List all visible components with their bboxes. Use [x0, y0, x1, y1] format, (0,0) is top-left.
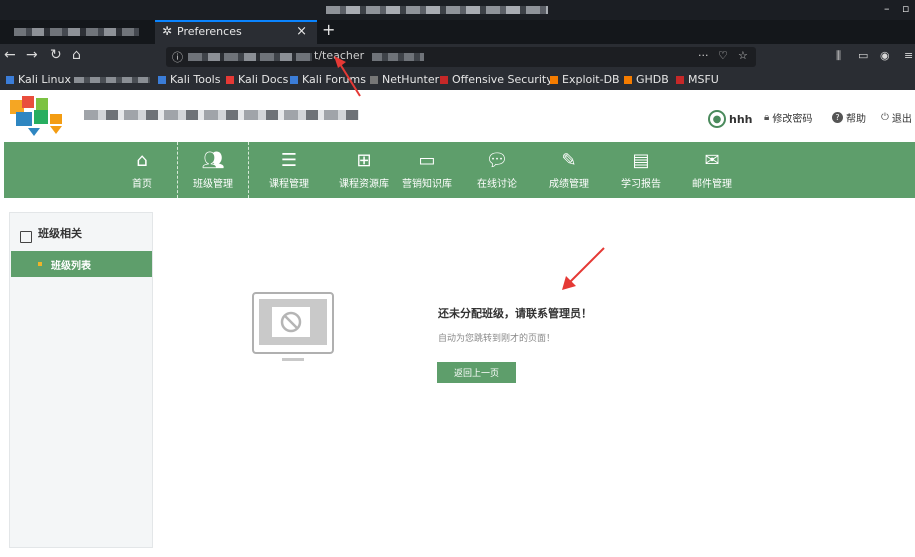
- tab-inactive[interactable]: [0, 20, 155, 44]
- edit-icon: [20, 231, 32, 243]
- sidebar-section-title: 班级相关: [10, 219, 152, 247]
- nav-item-online-discussion[interactable]: 💬︎ 在线讨论: [466, 142, 528, 198]
- info-icon[interactable]: ⓘ: [172, 49, 183, 65]
- reload-icon[interactable]: ↻: [50, 47, 62, 63]
- nav-item-course-management[interactable]: ☰ 课程管理: [257, 142, 321, 198]
- account-icon[interactable]: ◉: [880, 49, 890, 62]
- close-tab-icon[interactable]: ×: [296, 24, 307, 39]
- menu-icon[interactable]: ≡: [904, 49, 913, 62]
- help-link[interactable]: ? 帮助: [832, 110, 866, 125]
- tab-strip: ✲ Preferences × +: [0, 20, 915, 44]
- help-icon: ?: [832, 112, 843, 123]
- no-access-monitor-icon: [252, 292, 334, 361]
- nav-item-mail-management[interactable]: ✉ 邮件管理: [680, 142, 744, 198]
- nav-item-marketing-knowledge[interactable]: ▭ 营销知识库: [395, 142, 459, 198]
- more-actions-icon[interactable]: ···: [698, 49, 709, 62]
- minimize-button[interactable]: –: [884, 2, 890, 15]
- bookmark-kali-tools[interactable]: Kali Tools: [158, 73, 220, 86]
- annotation-arrow-message: [562, 247, 605, 290]
- pocket-icon[interactable]: ♡: [718, 49, 728, 62]
- maximize-button[interactable]: ▫: [902, 2, 909, 15]
- back-icon[interactable]: ←: [4, 47, 16, 63]
- bookmark-kali-docs[interactable]: Kali Docs: [226, 73, 288, 86]
- blurred-site-name: [84, 110, 359, 120]
- blurred-bookmark: [74, 77, 150, 83]
- bookmark-exploit-db[interactable]: Exploit-DB: [550, 73, 620, 86]
- title-bar: – ▫: [0, 0, 915, 20]
- nethunter-icon: [370, 76, 378, 84]
- url-bar[interactable]: ⓘ t/teacher ··· ♡ ☆: [166, 47, 756, 67]
- report-icon: ▤: [632, 149, 650, 171]
- library-icon[interactable]: ⫼: [836, 49, 841, 63]
- ghdb-icon: [624, 76, 632, 84]
- kali-icon: [158, 76, 166, 84]
- tab-title: Preferences: [177, 25, 242, 38]
- redirect-notice: 自动为您跳转到刚才的页面！: [438, 334, 556, 344]
- bookmarks-bar: Kali Linux Kali Tools Kali Docs Kali For…: [0, 70, 915, 90]
- msfu-icon: [676, 76, 684, 84]
- bullet-icon: [38, 262, 42, 266]
- home-icon: ⌂: [136, 149, 148, 171]
- change-password-link[interactable]: 🔒︎ 修改密码: [764, 110, 812, 125]
- new-tab-button[interactable]: +: [322, 20, 335, 39]
- pen-icon: ✎: [561, 149, 577, 171]
- inbox-icon: ▭: [418, 149, 436, 171]
- list-icon: ☰: [280, 149, 298, 171]
- blurred-tab-title: [14, 28, 139, 36]
- gear-icon: ✲: [162, 24, 173, 38]
- power-icon: ⏻: [881, 112, 889, 123]
- offsec-icon: [440, 76, 448, 84]
- chat-icon: 💬︎: [485, 149, 509, 171]
- home-icon[interactable]: ⌂: [72, 47, 81, 63]
- forward-icon[interactable]: →: [26, 47, 38, 63]
- site-logo: [10, 96, 62, 136]
- sitemap-icon: ⊞: [356, 149, 372, 171]
- nav-item-grade-management[interactable]: ✎ 成绩管理: [538, 142, 600, 198]
- sidebar: 班级相关 班级列表: [9, 212, 153, 548]
- nav-item-course-resources[interactable]: ⊞ 课程资源库: [325, 142, 403, 198]
- nav-item-class-management[interactable]: 👥︎ 班级管理: [177, 142, 249, 198]
- blurred-title: [326, 6, 548, 14]
- exploit-db-icon: [550, 76, 558, 84]
- bookmark-star-icon[interactable]: ☆: [738, 49, 748, 62]
- site-header: ● hhh 🔒︎ 修改密码 ? 帮助 ⏻ 退出: [0, 90, 915, 142]
- blurred-url-tail: [372, 53, 424, 61]
- main-navigation: ⌂ 首页 👥︎ 班级管理 ☰ 课程管理 ⊞ 课程资源库 ▭ 营销知识库 💬︎ 在…: [4, 142, 915, 198]
- users-icon: 👥︎: [201, 149, 225, 171]
- bookmark-kali-linux[interactable]: Kali Linux: [6, 73, 71, 86]
- lock-icon: 🔒︎: [764, 112, 770, 123]
- sidebar-item-class-list[interactable]: 班级列表: [11, 251, 152, 277]
- navigation-bar: ← → ↻ ⌂ ⓘ t/teacher ··· ♡ ☆ ⫼ ▭ ◉ ≡: [0, 44, 915, 70]
- bookmark-nethunter[interactable]: NetHunter: [370, 73, 439, 86]
- kali-icon: [6, 76, 14, 84]
- user-avatar-icon: ●: [708, 110, 726, 128]
- tab-preferences[interactable]: ✲ Preferences ×: [155, 20, 317, 44]
- sidebar-icon[interactable]: ▭: [858, 49, 868, 62]
- mail-icon: ✉: [704, 149, 720, 171]
- kali-icon: [290, 76, 298, 84]
- docs-icon: [226, 76, 234, 84]
- user-profile-link[interactable]: ● hhh: [708, 110, 753, 128]
- bookmark-msfu[interactable]: MSFU: [676, 73, 719, 86]
- bookmark-ghdb[interactable]: GHDB: [624, 73, 669, 86]
- nav-item-learning-report[interactable]: ▤ 学习报告: [610, 142, 672, 198]
- bookmark-offensive-security[interactable]: Offensive Security: [440, 73, 553, 86]
- browser-window: – ▫ ✲ Preferences × + ← → ↻ ⌂ ⓘ t/teache…: [0, 0, 915, 557]
- go-back-button[interactable]: 返回上一页: [437, 362, 516, 383]
- blurred-url: [188, 53, 312, 61]
- nav-item-home[interactable]: ⌂ 首页: [119, 142, 165, 198]
- no-class-message: 还未分配班级，请联系管理员！: [438, 307, 592, 320]
- annotation-arrow-url: [334, 56, 361, 97]
- logout-link[interactable]: ⏻ 退出: [881, 110, 912, 125]
